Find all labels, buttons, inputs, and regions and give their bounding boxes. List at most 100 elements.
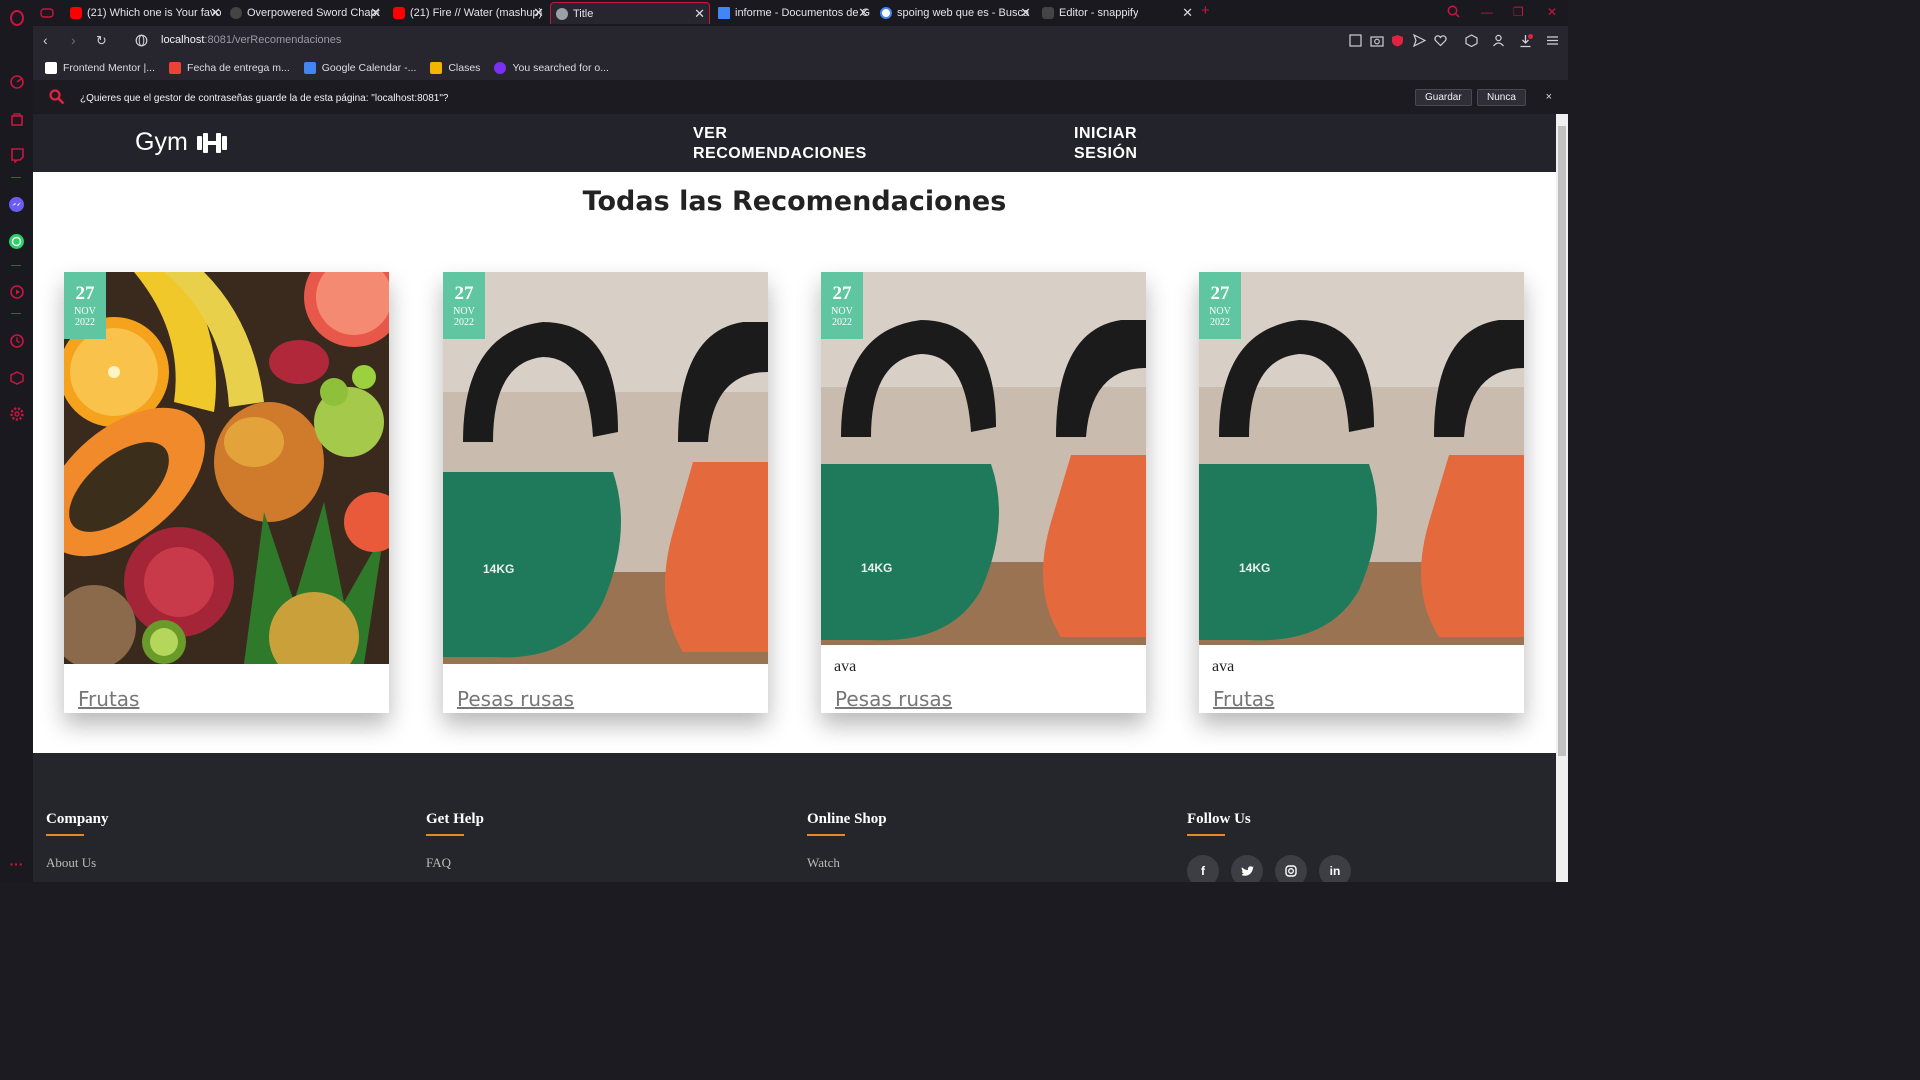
vpn-shield-icon[interactable]: [1391, 34, 1405, 48]
reload-icon[interactable]: ↻: [96, 33, 107, 49]
youtube-icon: [393, 7, 405, 19]
easy-setup-icon[interactable]: [1349, 34, 1363, 48]
url-path: :8081/verRecomendaciones: [204, 34, 342, 46]
recommendation-card[interactable]: 27 NOV 2022 Frutas: [64, 272, 389, 713]
player-icon[interactable]: [8, 283, 25, 300]
tab-groups-icon[interactable]: [35, 2, 63, 24]
history-icon[interactable]: [8, 332, 25, 349]
easy-menu-icon[interactable]: [1546, 34, 1560, 48]
scrollbar-thumb[interactable]: [1558, 126, 1566, 756]
twitter-icon[interactable]: [1231, 855, 1263, 882]
recommendation-card[interactable]: 14KG 27 NOV 2022 Pesas rusas: [443, 272, 768, 713]
never-save-button[interactable]: Nunca: [1477, 89, 1526, 106]
tab-close-icon[interactable]: ✕: [1182, 5, 1193, 21]
footer-link[interactable]: Watch: [807, 855, 887, 871]
date-month: NOV: [453, 306, 475, 317]
date-day: 27: [454, 283, 474, 304]
opera-logo-icon[interactable]: [8, 9, 25, 26]
tab-title: Overpowered Sword Chapt: [247, 7, 380, 19]
password-save-bar: ¿Quieres que el gestor de contraseñas gu…: [33, 80, 1568, 114]
footer-link[interactable]: About Us: [46, 855, 109, 871]
facebook-icon[interactable]: f: [1187, 855, 1219, 882]
profile-icon[interactable]: [1492, 34, 1506, 48]
settings-gear-icon[interactable]: [8, 405, 25, 422]
fruits-image: [64, 272, 389, 664]
tab-search-icon[interactable]: [1447, 5, 1460, 21]
tab-2[interactable]: (21) Fire // Water (mashup) ✕: [388, 2, 548, 24]
tab-close-icon[interactable]: ✕: [210, 5, 221, 21]
tab-3-active[interactable]: Title ✕: [550, 2, 710, 24]
card-title-link[interactable]: Pesas rusas: [835, 687, 952, 711]
extensions-cube-icon[interactable]: [8, 369, 25, 386]
tab-title: (21) Fire // Water (mashup): [410, 7, 543, 19]
tab-title: Editor - snappify: [1059, 7, 1139, 19]
minimize-button[interactable]: —: [1481, 5, 1493, 19]
nav-ver-recomendaciones[interactable]: VER RECOMENDACIONES: [693, 124, 867, 164]
heart-icon[interactable]: [1434, 34, 1448, 48]
sidebar-separator: [11, 265, 21, 266]
tab-title: informe - Documentos de G: [735, 7, 871, 19]
date-day: 27: [832, 283, 852, 304]
card-title-link[interactable]: Frutas: [1213, 687, 1274, 711]
close-window-button[interactable]: ✕: [1547, 5, 1557, 19]
messenger-icon[interactable]: [8, 196, 25, 213]
close-prompt-button[interactable]: ×: [1546, 91, 1552, 103]
tab-close-icon[interactable]: ✕: [1020, 5, 1031, 21]
tab-0[interactable]: (21) Which one is Your favo ✕: [65, 2, 225, 24]
site-brand[interactable]: Gym: [135, 128, 228, 157]
downloads-icon[interactable]: [1519, 34, 1533, 48]
forward-arrow-icon[interactable]: ›: [71, 32, 76, 48]
tab-close-icon[interactable]: ✕: [370, 5, 381, 21]
tab-close-icon[interactable]: ✕: [694, 6, 705, 22]
save-password-button[interactable]: Guardar: [1415, 89, 1472, 106]
footer-column-help: Get Help FAQ: [426, 811, 484, 871]
nav-iniciar-sesion[interactable]: INICIAR SESIÓN: [1074, 124, 1137, 164]
recommendation-card[interactable]: 14KG 27 NOV 2022 ava Pesas rusas: [821, 272, 1146, 713]
tab-close-icon[interactable]: ✕: [858, 5, 869, 21]
bookmark-gmail[interactable]: Fecha de entrega m...: [169, 62, 290, 74]
tab-close-icon[interactable]: ✕: [533, 5, 544, 21]
tab-5[interactable]: spoing web que es - Busca ✕: [875, 2, 1035, 24]
instagram-icon[interactable]: [1275, 855, 1307, 882]
card-title-link[interactable]: Frutas: [78, 687, 139, 711]
tab-4[interactable]: informe - Documentos de G ✕: [713, 2, 873, 24]
dumbbell-icon: [196, 132, 227, 153]
bookmark-frontend-mentor[interactable]: Frontend Mentor |...: [45, 62, 155, 74]
send-icon[interactable]: [1412, 33, 1427, 48]
bookmark-google-calendar[interactable]: Google Calendar -...: [303, 62, 416, 74]
bookmark-clases[interactable]: Clases: [430, 62, 480, 74]
footer-heading-underline: [807, 834, 845, 836]
whatsapp-icon[interactable]: [8, 233, 25, 250]
back-arrow-icon[interactable]: ‹: [43, 32, 48, 48]
tab-1[interactable]: Overpowered Sword Chapt ✕: [225, 2, 385, 24]
card-title-link[interactable]: Pesas rusas: [457, 687, 574, 711]
speed-dial-icon[interactable]: [8, 73, 25, 90]
date-badge: 27 NOV 2022: [443, 272, 485, 339]
bookmark-search[interactable]: You searched for o...: [494, 62, 609, 74]
shopping-bag-icon[interactable]: [8, 110, 25, 127]
sidebar-more-icon[interactable]: ···: [8, 855, 25, 872]
docs-icon: [718, 7, 730, 19]
kettlebell-image: 14KG: [821, 272, 1146, 645]
date-year: 2022: [75, 317, 95, 328]
snapshot-camera-icon[interactable]: [1370, 34, 1384, 48]
url-field[interactable]: localhost:8081/verRecomendaciones: [161, 34, 341, 46]
weight-label: 14KG: [1239, 561, 1270, 575]
footer-link[interactable]: FAQ: [426, 855, 484, 871]
bookmarks-bar: Frontend Mentor |... Fecha de entrega m.…: [33, 56, 1568, 80]
restore-button[interactable]: ❐: [1513, 5, 1524, 19]
bookmark-label: Fecha de entrega m...: [187, 62, 290, 74]
brand-name: Gym: [135, 128, 188, 156]
extensions-icon[interactable]: [1465, 34, 1479, 48]
linkedin-icon[interactable]: in: [1319, 855, 1351, 882]
tab-6[interactable]: Editor - snappify ✕: [1037, 2, 1197, 24]
footer-column-follow: Follow Us f in: [1187, 811, 1351, 882]
new-tab-button[interactable]: +: [1201, 2, 1210, 19]
twitch-icon[interactable]: [8, 146, 25, 163]
footer-heading: Follow Us: [1187, 811, 1251, 827]
site-navbar: Gym VER RECOMENDACIONES INICIAR SESIÓN: [33, 114, 1556, 172]
site-info-globe-icon[interactable]: [135, 34, 149, 48]
tab-title: spoing web que es - Busca: [897, 7, 1030, 19]
page-scrollbar[interactable]: [1556, 114, 1568, 882]
recommendation-card[interactable]: 14KG 27 NOV 2022 ava Frutas: [1199, 272, 1524, 713]
